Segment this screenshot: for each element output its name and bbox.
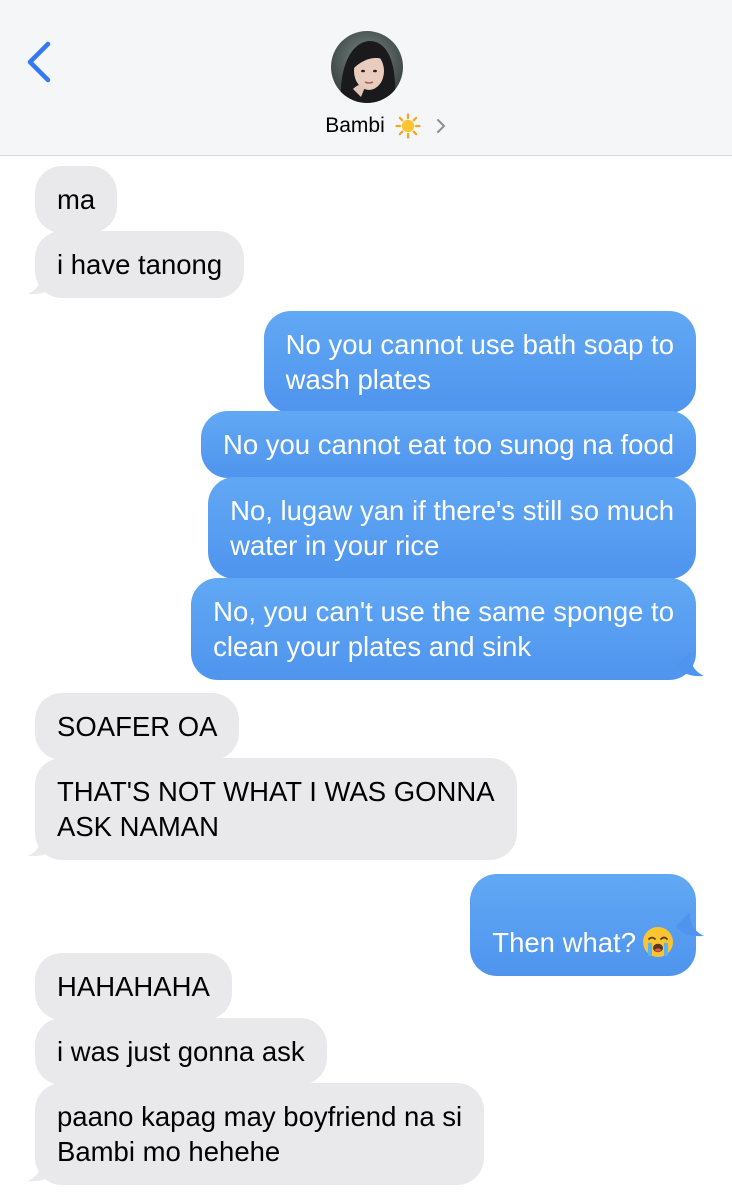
loudly-crying-face-icon bbox=[643, 927, 673, 957]
bubble-tail bbox=[676, 912, 704, 937]
contact-photo bbox=[331, 31, 403, 103]
sun-emoji-icon bbox=[395, 113, 421, 139]
message-bubble-incoming[interactable]: i was just gonna ask bbox=[35, 1018, 327, 1085]
back-button[interactable] bbox=[22, 40, 62, 84]
message-bubble-outgoing[interactable]: No you cannot eat too sunog na food bbox=[200, 411, 696, 478]
message-bubble-incoming[interactable]: THAT'S NOT WHAT I WAS GONNA ASK NAMAN bbox=[35, 758, 517, 860]
message-bubble-incoming[interactable]: HAHAHAHA bbox=[35, 953, 232, 1020]
bubble-tail bbox=[28, 1157, 56, 1182]
message-bubble-outgoing[interactable]: No, you can't use the same sponge to cle… bbox=[191, 578, 696, 680]
chevron-left-icon bbox=[27, 41, 51, 83]
message-bubble-outgoing[interactable]: No, lugaw yan if there's still so much w… bbox=[208, 477, 696, 579]
contact-name: Bambi bbox=[325, 114, 385, 137]
message-bubble-incoming[interactable]: ma bbox=[35, 166, 118, 233]
message-bubble-incoming[interactable]: SOAFER OA bbox=[35, 693, 240, 760]
bubble-tail bbox=[28, 832, 56, 857]
contact-name-row[interactable]: Bambi bbox=[0, 112, 732, 140]
message-bubble-incoming[interactable]: i have tanong bbox=[35, 231, 245, 298]
conversation-header: Bambi bbox=[0, 0, 732, 156]
message-bubble-outgoing[interactable]: No you cannot use bath soap to wash plat… bbox=[263, 311, 696, 413]
chevron-right-icon bbox=[436, 119, 445, 133]
bubble-tail bbox=[28, 270, 56, 295]
message-bubble-outgoing[interactable]: Then what? bbox=[470, 874, 696, 976]
message-bubble-incoming[interactable]: paano kapag may boyfriend na si Bambi mo… bbox=[35, 1083, 485, 1185]
bubble-tail bbox=[676, 652, 704, 677]
avatar[interactable] bbox=[331, 31, 403, 103]
message-text: Then what? bbox=[492, 927, 636, 958]
